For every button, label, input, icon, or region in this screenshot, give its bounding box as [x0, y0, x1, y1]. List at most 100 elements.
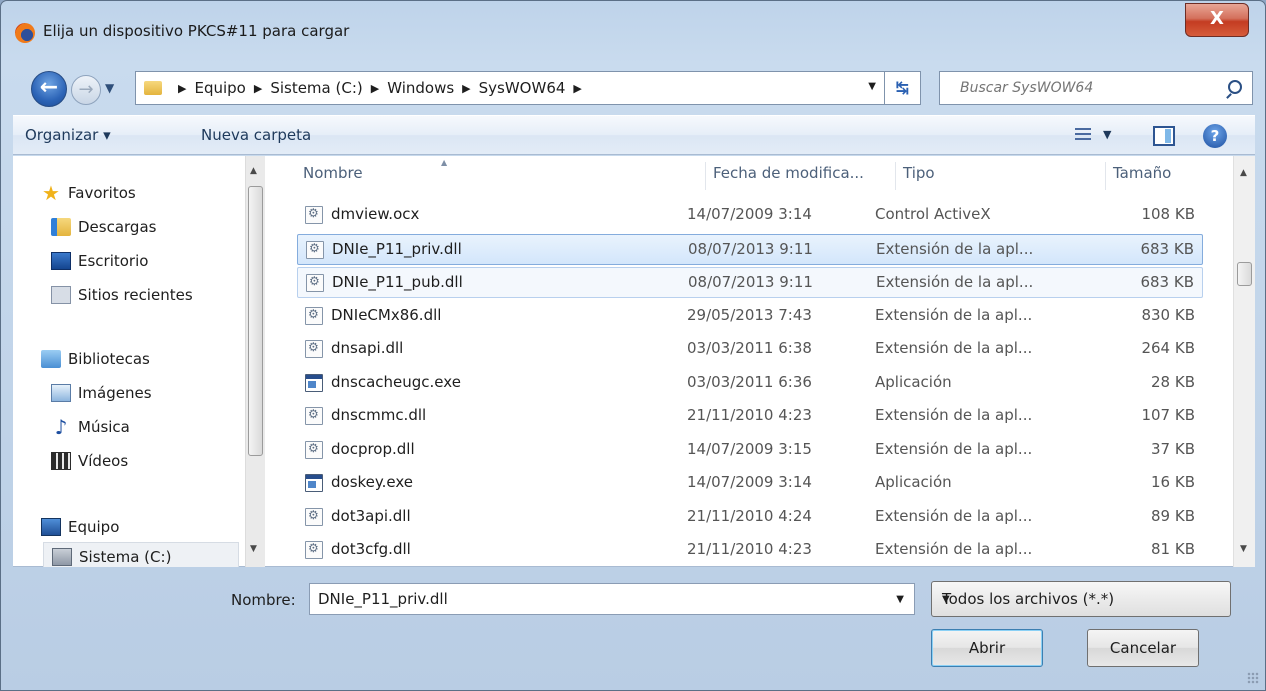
file-type: Extensión de la apl...	[875, 506, 1033, 525]
nav-libraries[interactable]: Bibliotecas	[41, 344, 270, 374]
file-row[interactable]: dnsapi.dll 03/03/2011 6:38 Extensión de la…	[297, 334, 1203, 365]
star-icon: ★	[42, 181, 60, 205]
nav-music[interactable]: ♪ Música	[51, 412, 270, 442]
view-options-dropdown-icon[interactable]: ▼	[1103, 128, 1111, 141]
breadcrumb-separator-icon[interactable]: ▶	[178, 82, 186, 95]
file-row[interactable]: DNIeCMx86.dll 29/05/2013 7:43 Extensión de…	[297, 301, 1203, 332]
file-date: 14/07/2009 3:14	[687, 205, 812, 223]
file-list-scrollbar[interactable]: ▲ ▼	[1233, 156, 1255, 567]
new-folder-button[interactable]: Nueva carpeta	[201, 126, 311, 144]
dll-icon	[305, 340, 323, 358]
breadcrumb-windows[interactable]: Windows	[387, 79, 454, 97]
file-row[interactable]: dot3api.dll 21/11/2010 4:24 Extensión de l…	[297, 502, 1203, 533]
breadcrumb-sistema[interactable]: Sistema (C:)	[270, 79, 362, 97]
file-row[interactable]: dnscacheugc.exe 03/03/2011 6:36 Aplicación…	[297, 368, 1203, 399]
breadcrumb-syswow64[interactable]: SysWOW64	[479, 79, 566, 97]
dll-icon	[305, 440, 323, 459]
scrollbar-thumb[interactable]	[248, 186, 263, 456]
file-name: dot3api.dll	[331, 506, 411, 525]
file-name: docprop.dll	[331, 439, 415, 458]
file-date: 29/05/2013 7:43	[687, 305, 812, 324]
recent-places-icon	[51, 286, 71, 304]
folder-icon	[144, 81, 162, 95]
file-date: 21/11/2010 4:24	[687, 506, 812, 525]
nav-label: Sistema (C:)	[79, 548, 172, 566]
nav-favorites[interactable]: ★ Favoritos	[41, 178, 270, 208]
filename-combobox[interactable]: ▼	[309, 583, 915, 615]
nav-system-drive[interactable]: Sistema (C:)	[43, 542, 239, 567]
exe-icon	[305, 373, 323, 392]
column-header-date[interactable]: Fecha de modifica...	[713, 164, 864, 182]
column-header-type[interactable]: Tipo	[903, 164, 935, 182]
search-box[interactable]	[939, 71, 1253, 105]
file-name: DNIe_P11_priv.dll	[332, 239, 462, 258]
nav-recent-places[interactable]: Sitios recientes	[51, 280, 270, 310]
file-date: 08/07/2013 9:11	[688, 239, 813, 258]
column-divider[interactable]	[705, 162, 706, 190]
file-name: dnscacheugc.exe	[331, 372, 461, 391]
nav-desktop[interactable]: Escritorio	[51, 246, 270, 276]
window-title: Elija un dispositivo PKCS#11 para cargar	[43, 22, 350, 40]
file-type: Extensión de la apl...	[875, 305, 1033, 324]
file-row[interactable]: dnscmmc.dll 21/11/2010 4:23 Extensión de l…	[297, 401, 1203, 432]
filename-input[interactable]	[316, 589, 876, 609]
search-icon[interactable]	[1228, 80, 1242, 94]
column-header-size[interactable]: Tamaño	[1113, 164, 1171, 182]
breadcrumb-equipo[interactable]: Equipo	[194, 79, 245, 97]
nav-images[interactable]: Imágenes	[51, 378, 270, 408]
breadcrumb-separator-icon[interactable]: ▶	[371, 82, 379, 95]
scroll-up-arrow-icon[interactable]: ▲	[250, 166, 257, 176]
nav-downloads[interactable]: Descargas	[51, 212, 270, 242]
file-size: 16 KB	[1151, 473, 1195, 491]
drive-icon	[52, 548, 72, 566]
recent-locations-dropdown[interactable]: ▼	[105, 81, 114, 95]
breadcrumb-separator-icon[interactable]: ▶	[573, 82, 581, 95]
column-header-name[interactable]: Nombre	[303, 164, 363, 182]
forward-arrow-icon: →	[78, 79, 94, 100]
address-history-dropdown-icon[interactable]: ▼	[868, 81, 876, 92]
scroll-down-arrow-icon[interactable]: ▼	[1240, 544, 1247, 554]
nav-label: Escritorio	[78, 252, 149, 270]
address-bar[interactable]: ▶ Equipo ▶ Sistema (C:) ▶ Windows ▶ SysW…	[135, 71, 885, 105]
open-button[interactable]: Abrir	[931, 629, 1043, 667]
back-button[interactable]: ←	[31, 71, 67, 107]
preview-pane-icon[interactable]	[1153, 126, 1175, 146]
file-name: DNIeCMx86.dll	[331, 305, 442, 324]
file-row[interactable]: docprop.dll 14/07/2009 3:15 Extensión de l…	[297, 435, 1203, 466]
file-type: Extensión de la apl...	[876, 239, 1034, 258]
column-divider[interactable]	[895, 162, 896, 190]
refresh-button[interactable]: ↹	[885, 71, 921, 105]
file-row[interactable]: dot3cfg.dll 21/11/2010 4:23 Extensión de l…	[297, 535, 1203, 566]
nav-pane-scrollbar[interactable]: ▲ ▼	[245, 156, 265, 567]
organize-menu-button[interactable]: Organizar ▾	[25, 126, 111, 144]
dll-icon	[306, 274, 324, 292]
file-row[interactable]: DNIe_P11_priv.dll 08/07/2013 9:11 Extensió…	[297, 233, 1203, 265]
filename-dropdown-icon[interactable]: ▼	[896, 594, 904, 605]
file-type-filter-select[interactable]: Todos los archivos (*.*) ▼	[931, 581, 1231, 617]
close-button[interactable]: X	[1185, 3, 1249, 37]
scroll-up-arrow-icon[interactable]: ▲	[1240, 168, 1247, 178]
nav-videos[interactable]: Vídeos	[51, 446, 270, 476]
nav-label: Equipo	[68, 518, 120, 536]
computer-icon	[41, 518, 61, 536]
nav-computer[interactable]: Equipo	[41, 512, 270, 542]
resize-grip-icon[interactable]	[1247, 672, 1259, 684]
forward-button[interactable]: →	[71, 75, 101, 105]
scrollbar-thumb[interactable]	[1237, 262, 1252, 286]
help-icon[interactable]: ?	[1203, 124, 1227, 148]
file-row[interactable]: DNIe_P11_pub.dll 08/07/2013 9:11 Extensión…	[297, 267, 1203, 298]
file-size: 830 KB	[1141, 305, 1195, 324]
file-type: Extensión de la apl...	[875, 540, 1033, 558]
breadcrumb-separator-icon[interactable]: ▶	[462, 82, 470, 95]
column-divider[interactable]	[1105, 162, 1106, 190]
search-input[interactable]	[958, 79, 1208, 97]
breadcrumb-separator-icon[interactable]: ▶	[254, 82, 262, 95]
nav-label: Descargas	[78, 218, 157, 236]
view-options-icon[interactable]	[1075, 128, 1091, 142]
scroll-down-arrow-icon[interactable]: ▼	[250, 544, 257, 554]
file-type: Extensión de la apl...	[875, 406, 1033, 424]
file-row[interactable]: doskey.exe 14/07/2009 3:14 Aplicación 16 KB	[297, 468, 1203, 499]
cancel-button[interactable]: Cancelar	[1087, 629, 1199, 667]
file-type: Extensión de la apl...	[875, 439, 1033, 458]
file-row[interactable]: dmview.ocx 14/07/2009 3:14 Control ActiveX…	[297, 200, 1203, 231]
